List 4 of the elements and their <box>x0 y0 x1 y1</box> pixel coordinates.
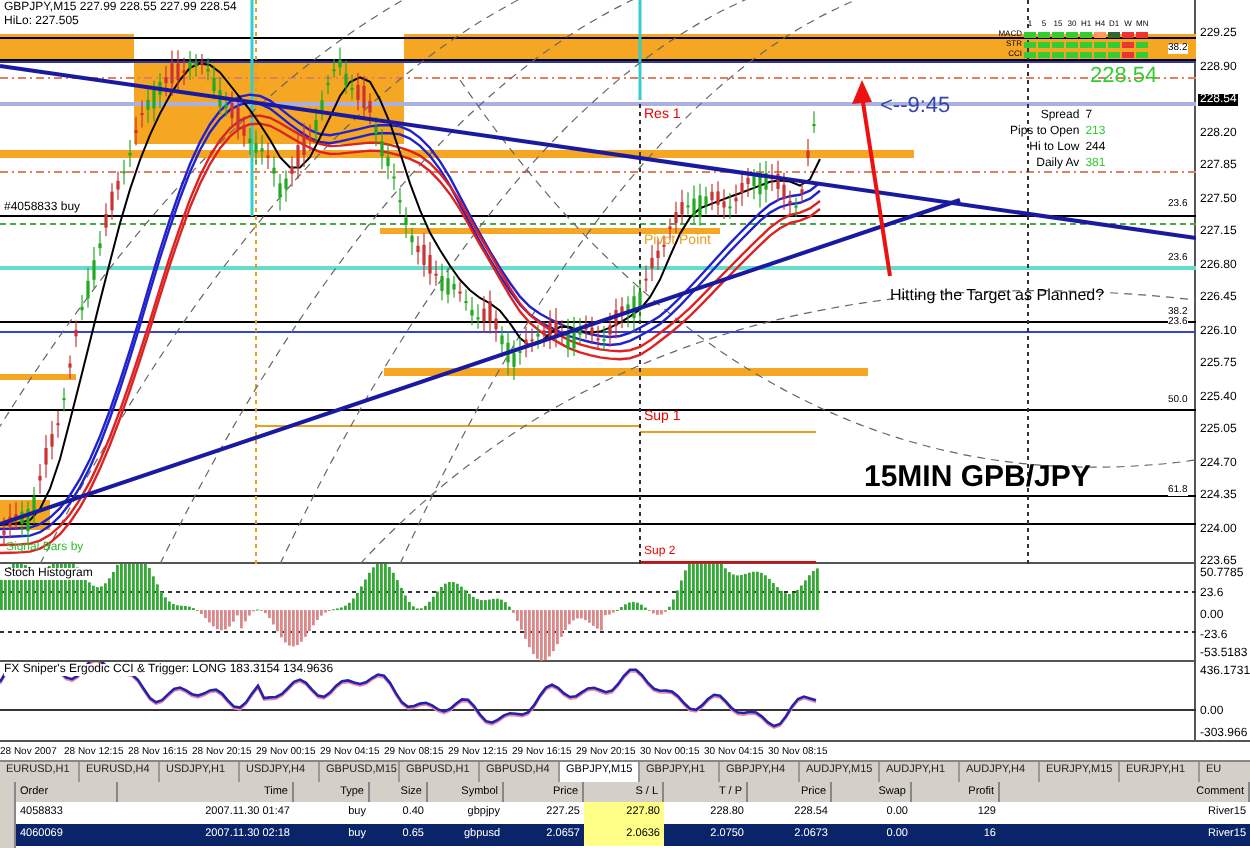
current-price: 228.54 <box>1090 66 1158 88</box>
chart-annotation: <--9:45 <box>880 96 951 118</box>
chart-annotation: 15MIN GPB/JPY <box>864 462 1091 492</box>
chart-annotation: Hitting the Target as Planned? <box>890 288 1105 304</box>
